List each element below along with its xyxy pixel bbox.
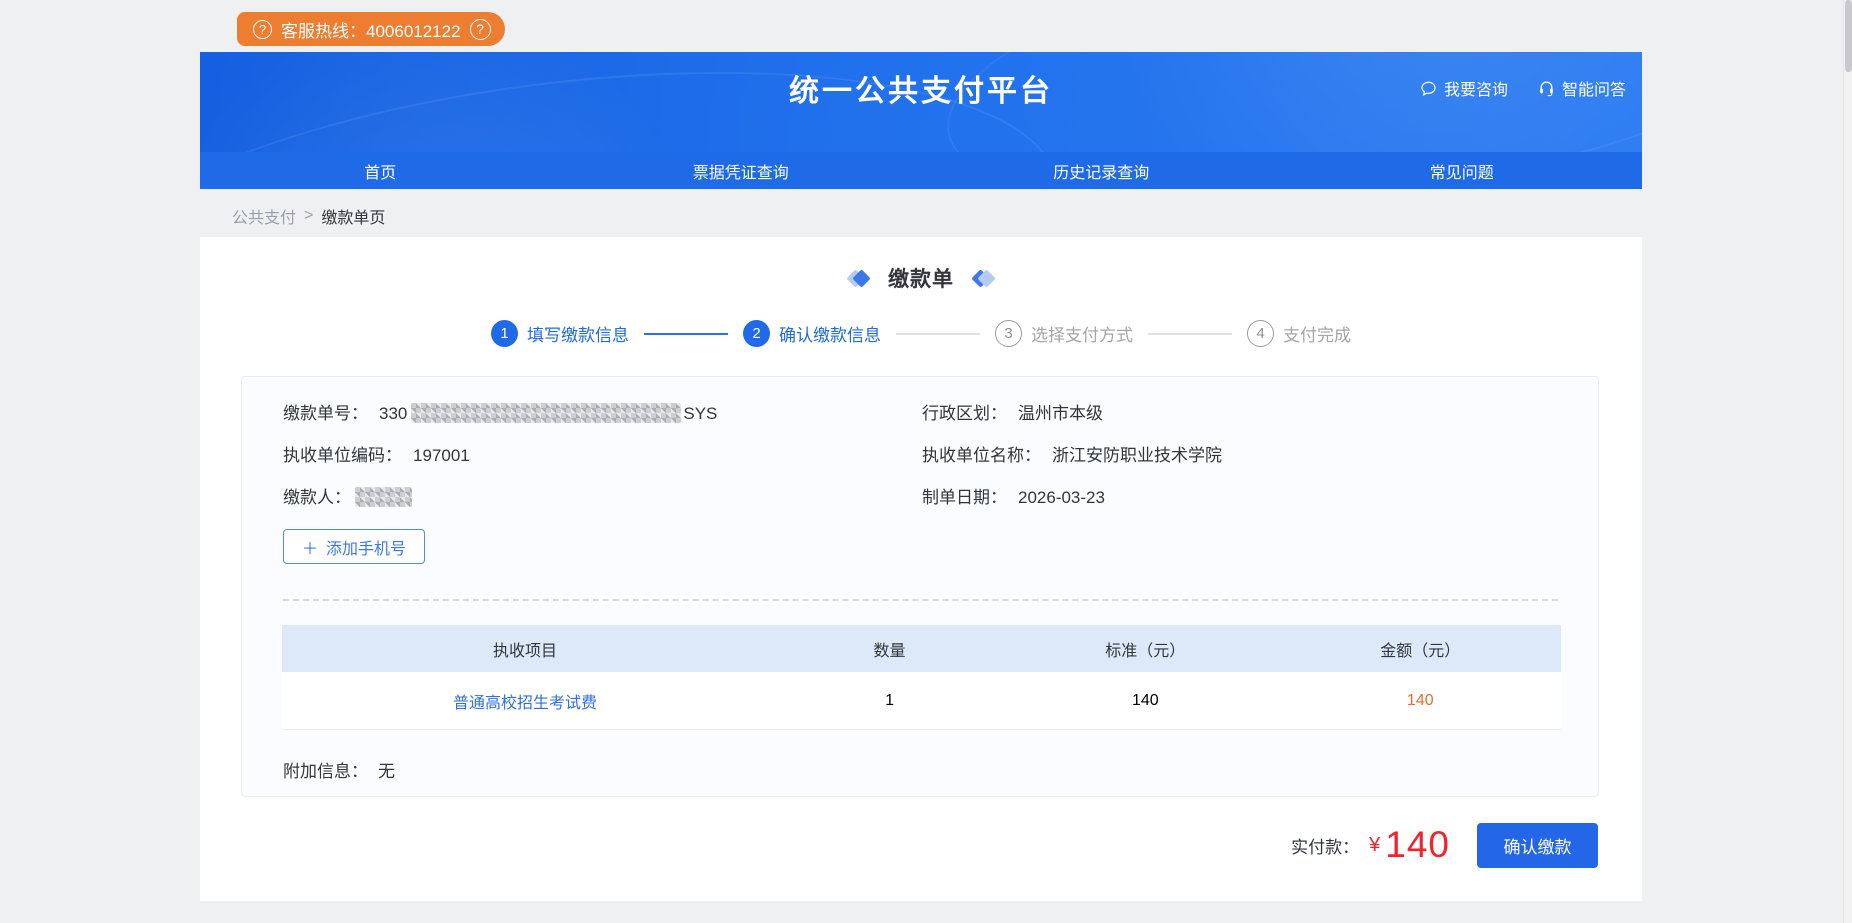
region-field: 行政区划： 温州市本级 xyxy=(922,399,1103,424)
col-header-quantity: 数量 xyxy=(768,637,1011,661)
step-1: 1 填写缴款信息 xyxy=(491,320,629,347)
payer-field: 缴款人： xyxy=(283,483,412,508)
header-banner: 统一公共支付平台 我要咨询 智能问答 首页 票据凭证查询 历史记录查询 常见问题 xyxy=(200,52,1642,189)
nav-item-home[interactable]: 首页 xyxy=(200,152,561,189)
unit-code-field: 执收单位编码： 197001 xyxy=(283,441,470,466)
speech-bubble-icon xyxy=(1420,80,1437,97)
step-indicator: 1 填写缴款信息 2 确认缴款信息 3 选择支付方式 4 支付完成 xyxy=(200,320,1642,347)
total-label: 实付款： xyxy=(1291,833,1359,858)
smart-qa-link-label: 智能问答 xyxy=(1562,76,1626,100)
breadcrumb-current: 缴款单页 xyxy=(321,204,385,228)
consult-link-label: 我要咨询 xyxy=(1444,76,1508,100)
extra-info-value: 无 xyxy=(378,762,395,781)
step-3-label: 选择支付方式 xyxy=(1031,321,1133,346)
diamond-decoration-right-icon xyxy=(974,272,993,285)
col-header-standard: 标准（元） xyxy=(1011,637,1280,661)
standard-cell: 140 xyxy=(1011,692,1280,710)
help-circle-icon[interactable]: ? xyxy=(470,19,491,40)
step-connector xyxy=(1148,333,1232,335)
items-table: 执收项目 数量 标准（元） 金额（元） 普通高校招生考试费 1 140 140 xyxy=(282,625,1561,730)
smart-qa-link[interactable]: 智能问答 xyxy=(1538,76,1626,100)
step-connector xyxy=(896,333,980,335)
hotline-badge[interactable]: ? 客服热线：4006012122 ? xyxy=(237,12,505,46)
region-label: 行政区划： xyxy=(922,404,1007,423)
headset-icon xyxy=(1538,80,1555,97)
consult-link[interactable]: 我要咨询 xyxy=(1420,76,1508,100)
payment-info-box: 缴款单号： 330SYS 行政区划： 温州市本级 执收单位编码： 197001 执收单… xyxy=(241,376,1599,797)
step-4-circle: 4 xyxy=(1247,320,1274,347)
col-header-amount: 金额（元） xyxy=(1280,637,1561,661)
header-links: 我要咨询 智能问答 xyxy=(1420,76,1626,100)
extra-info-field: 附加信息： 无 xyxy=(283,757,395,782)
step-2-circle: 2 xyxy=(743,320,770,347)
payment-summary: 实付款： ¥ 140 确认缴款 xyxy=(1291,822,1598,868)
bill-no-label: 缴款单号： xyxy=(283,404,368,423)
step-1-circle: 1 xyxy=(491,320,518,347)
bill-date-value: 2026-03-23 xyxy=(1018,488,1105,507)
step-1-label: 填写缴款信息 xyxy=(527,321,629,346)
hotline-number: 4006012122 xyxy=(366,22,461,41)
payer-label: 缴款人： xyxy=(283,488,351,507)
breadcrumb-parent[interactable]: 公共支付 xyxy=(232,204,296,228)
table-row: 普通高校招生考试费 1 140 140 xyxy=(282,672,1561,730)
add-phone-label: 添加手机号 xyxy=(326,535,406,559)
unit-name-label: 执收单位名称： xyxy=(922,446,1041,465)
step-4-label: 支付完成 xyxy=(1283,321,1351,346)
unit-name-field: 执收单位名称： 浙江安防职业技术学院 xyxy=(922,441,1222,466)
total-amount: 140 xyxy=(1385,824,1450,866)
amount-cell: 140 xyxy=(1280,692,1561,710)
step-4: 4 支付完成 xyxy=(1247,320,1351,347)
bill-no-field: 缴款单号： 330SYS xyxy=(283,399,717,424)
step-3: 3 选择支付方式 xyxy=(995,320,1133,347)
quantity-cell: 1 xyxy=(768,692,1011,710)
hotline-text: 客服热线：4006012122 xyxy=(281,17,461,42)
step-2-label: 确认缴款信息 xyxy=(779,321,881,346)
confirm-pay-button[interactable]: 确认缴款 xyxy=(1477,823,1598,868)
dashed-divider xyxy=(283,599,1558,601)
currency-symbol: ¥ xyxy=(1369,834,1380,857)
scrollbar-thumb[interactable] xyxy=(1845,0,1852,72)
breadcrumb: 公共支付 > 缴款单页 xyxy=(232,204,385,228)
step-2: 2 确认缴款信息 xyxy=(743,320,881,347)
nav-item-voucher-query[interactable]: 票据凭证查询 xyxy=(561,152,922,189)
content-card: 缴款单 1 填写缴款信息 2 确认缴款信息 3 选择支付方式 4 xyxy=(200,237,1642,901)
unit-code-value: 197001 xyxy=(413,446,470,465)
col-header-item: 执收项目 xyxy=(282,637,768,661)
region-value: 温州市本级 xyxy=(1018,404,1103,423)
step-connector xyxy=(644,333,728,335)
nav-item-faq[interactable]: 常见问题 xyxy=(1282,152,1643,189)
breadcrumb-separator: > xyxy=(304,207,313,225)
redacted-mosaic xyxy=(411,403,681,423)
redacted-mosaic xyxy=(355,487,412,507)
table-header-row: 执收项目 数量 标准（元） 金额（元） xyxy=(282,625,1561,672)
section-title-text: 缴款单 xyxy=(888,263,954,293)
main-nav: 首页 票据凭证查询 历史记录查询 常见问题 xyxy=(200,152,1642,189)
payment-page: ? 客服热线：4006012122 ? 统一公共支付平台 我要咨询 智能问答 首… xyxy=(0,0,1852,923)
section-title: 缴款单 xyxy=(200,263,1642,293)
item-link[interactable]: 普通高校招生考试费 xyxy=(453,695,597,712)
help-circle-icon: ? xyxy=(253,20,272,39)
plus-icon: ＋ xyxy=(302,535,318,559)
diamond-decoration-left-icon xyxy=(849,272,868,285)
bill-date-field: 制单日期： 2026-03-23 xyxy=(922,483,1105,508)
extra-info-label: 附加信息： xyxy=(283,762,368,781)
bill-no-value: 330SYS xyxy=(379,404,717,423)
nav-item-history-query[interactable]: 历史记录查询 xyxy=(921,152,1282,189)
unit-code-label: 执收单位编码： xyxy=(283,446,402,465)
unit-name-value: 浙江安防职业技术学院 xyxy=(1052,446,1222,465)
step-3-circle: 3 xyxy=(995,320,1022,347)
add-phone-button[interactable]: ＋ 添加手机号 xyxy=(283,529,425,564)
bill-date-label: 制单日期： xyxy=(922,488,1007,507)
scrollbar-track[interactable] xyxy=(1843,0,1852,923)
